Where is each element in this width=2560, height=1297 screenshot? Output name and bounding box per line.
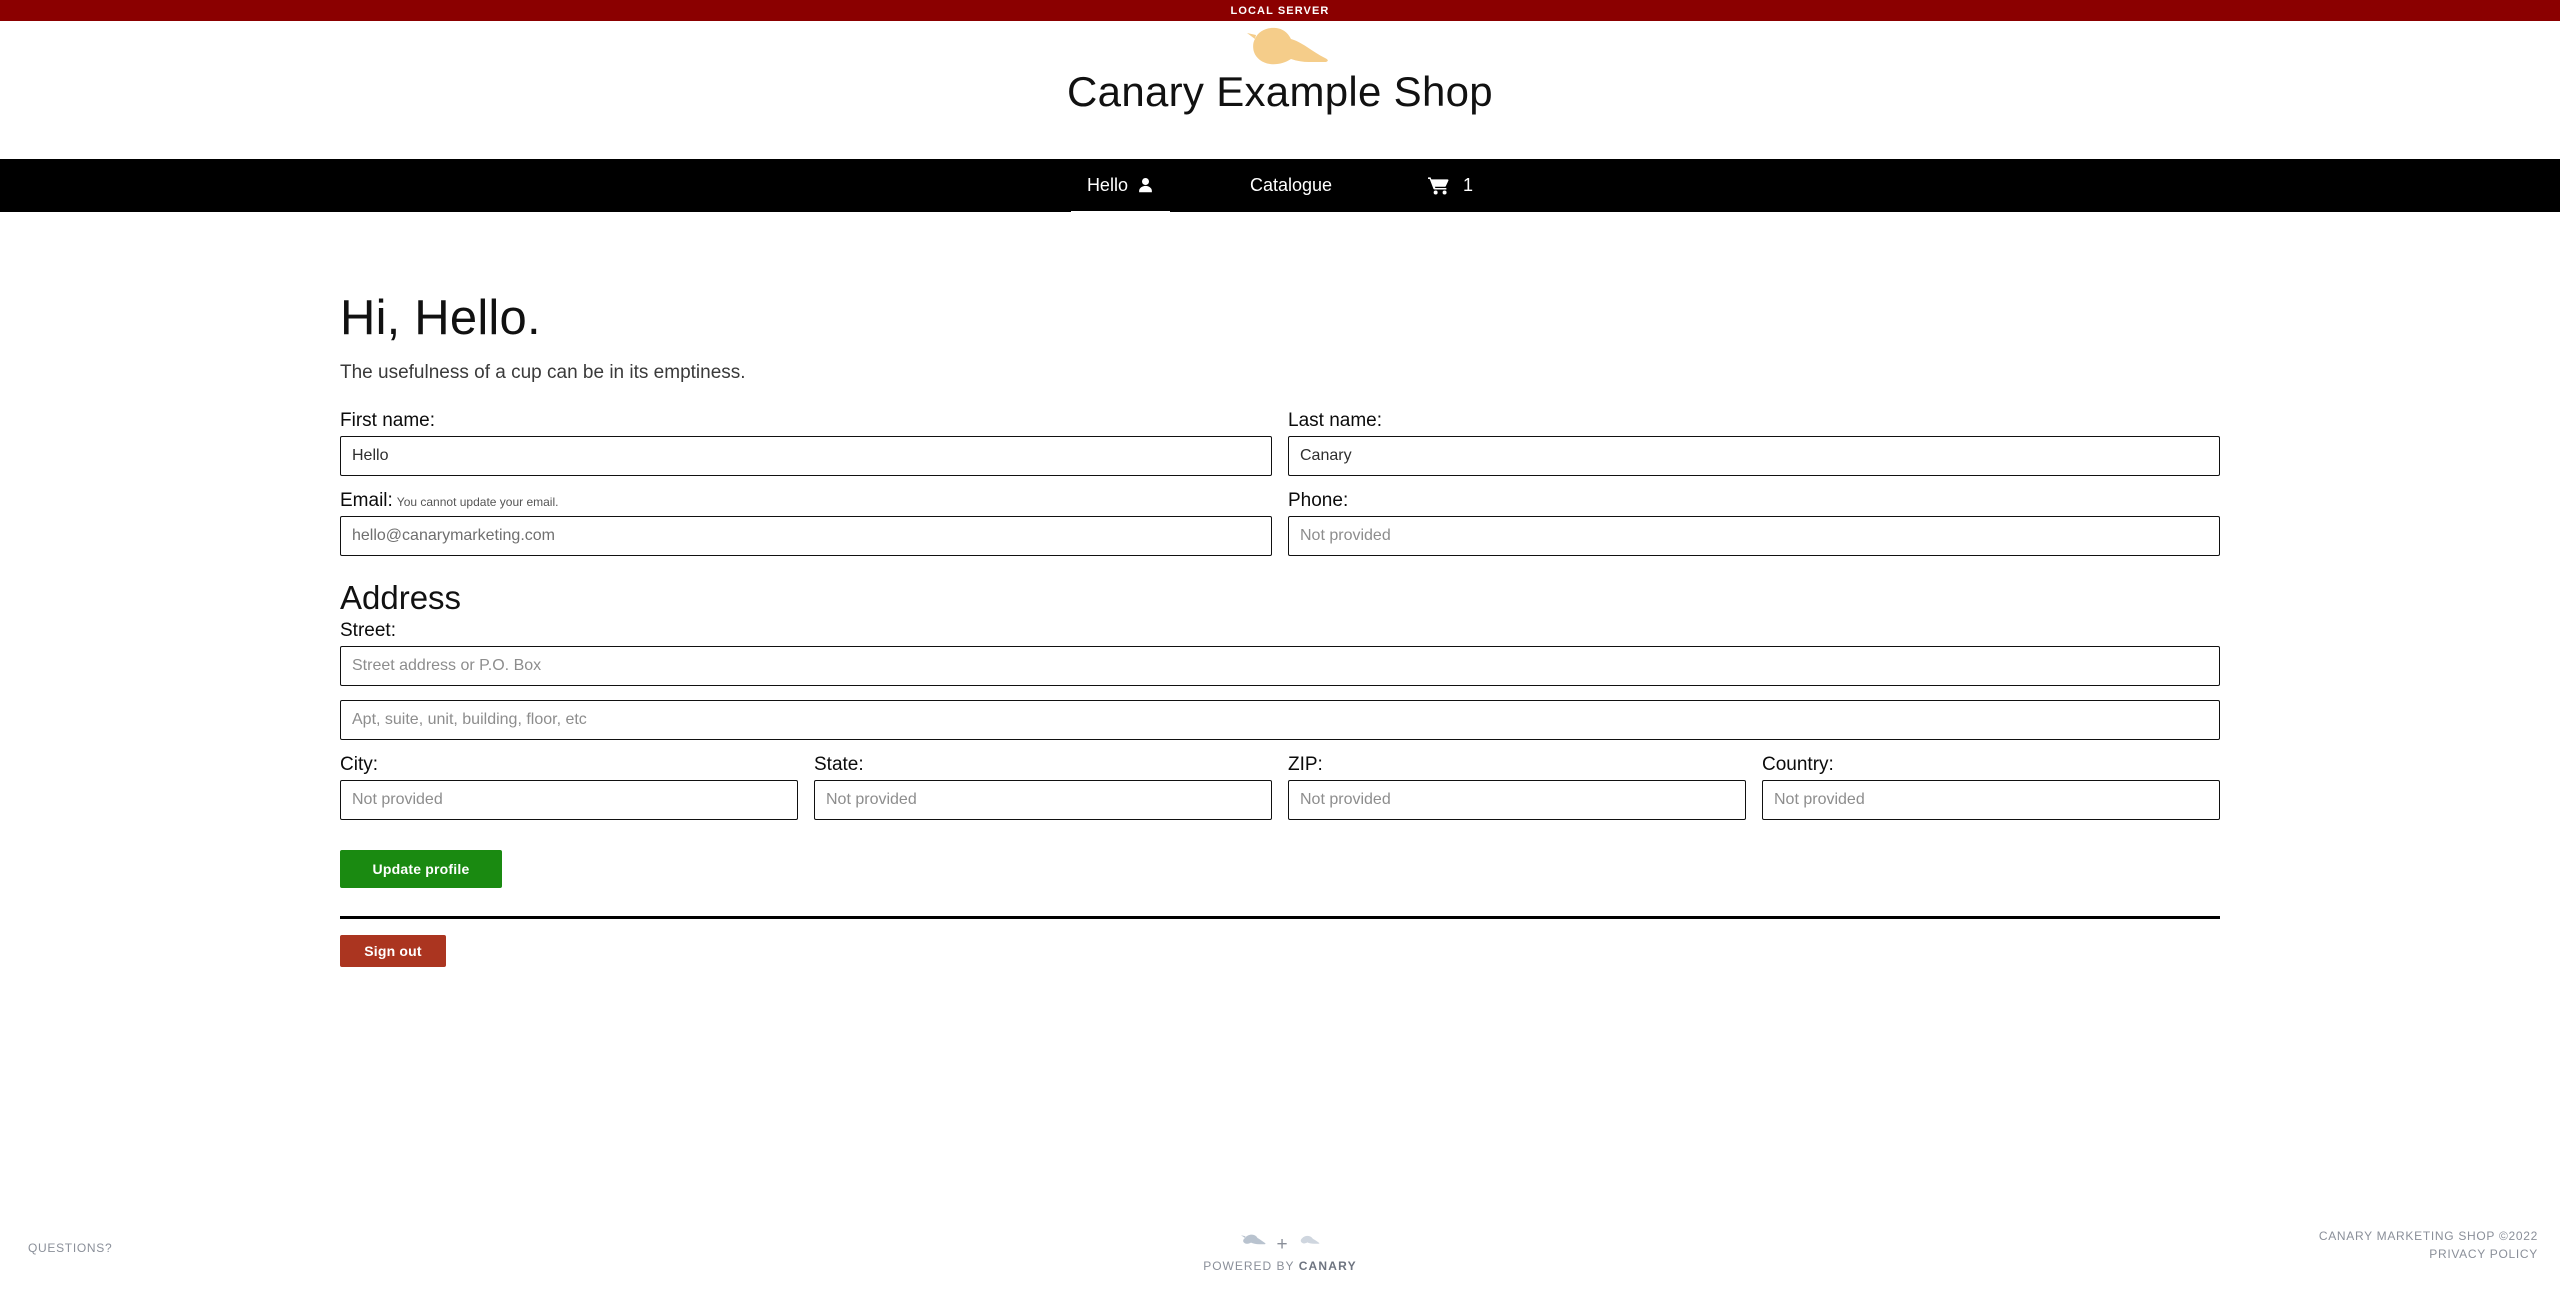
email-hint: You cannot update your email.: [396, 494, 559, 509]
footer-branding: + POWERED BY CANARY: [1130, 1233, 1430, 1274]
last-name-input[interactable]: [1288, 435, 2220, 476]
main-content: Hi, Hello. The usefulness of a cup can b…: [0, 212, 2560, 967]
phone-field-group: Phone:: [1288, 490, 2220, 556]
street-field-group: Street:: [340, 620, 2220, 686]
email-label: Email: You cannot update your email.: [340, 490, 1272, 512]
email-label-text: Email:: [340, 489, 393, 511]
state-input[interactable]: [814, 779, 1272, 820]
first-name-field-group: First name:: [340, 410, 1272, 476]
city-label: City:: [340, 753, 378, 775]
page-title: Hi, Hello.: [340, 291, 541, 345]
email-input: [340, 515, 1272, 556]
street-input[interactable]: [340, 645, 2220, 686]
footer-bird-left-icon: [1240, 1234, 1266, 1254]
footer-legal: CANARY MARKETING SHOP ©2022 PRIVACY POLI…: [2319, 1228, 2538, 1263]
name-row: First name: Last name:: [340, 410, 2220, 476]
page-subtitle: The usefulness of a cup can be in its em…: [340, 361, 746, 383]
local-server-banner: LOCAL SERVER: [0, 0, 2560, 21]
user-icon: [1137, 177, 1154, 194]
sign-out-block: Sign out: [320, 919, 2240, 967]
country-field-group: Country:: [1762, 754, 2220, 820]
street2-field-group: [340, 699, 2220, 740]
country-label: Country:: [1762, 753, 1834, 775]
phone-label: Phone:: [1288, 489, 1349, 511]
footer-copyright: CANARY MARKETING SHOP ©2022: [2318, 1229, 2538, 1244]
first-name-label: First name:: [340, 409, 436, 431]
zip-input[interactable]: [1288, 779, 1746, 820]
sign-out-button[interactable]: Sign out: [340, 934, 446, 967]
profile-form: First name: Last name: Email:You cannot …: [320, 410, 2240, 888]
footer-powered-prefix: POWERED BY: [1203, 1259, 1299, 1273]
footer-questions-link[interactable]: QUESTIONS?: [28, 1241, 112, 1255]
nav-item-catalogue[interactable]: Catalogue: [1222, 159, 1360, 212]
page-heading-block: Hi, Hello. The usefulness of a cup can b…: [320, 212, 2240, 384]
nav-item-catalogue-label: Catalogue: [1249, 175, 1333, 195]
city-state-zip-country-row: City: State: ZIP: Country:: [340, 754, 2220, 820]
street2-input[interactable]: [340, 699, 2220, 740]
city-field-group: City:: [340, 754, 798, 820]
footer-privacy-policy-link[interactable]: PRIVACY POLICY: [2319, 1246, 2538, 1263]
nav-item-hello-label: Hello: [1086, 175, 1128, 195]
shopping-cart-icon: [1428, 176, 1449, 195]
page-footer: QUESTIONS? + POWERED BY CANARY CANARY MA…: [0, 1187, 2560, 1297]
city-input[interactable]: [340, 779, 798, 820]
local-server-label: LOCAL SERVER: [1230, 4, 1330, 17]
street-label: Street:: [340, 619, 396, 641]
footer-powered-by: POWERED BY CANARY: [1130, 1259, 1430, 1273]
state-label: State:: [814, 753, 864, 775]
nav-item-cart[interactable]: 1: [1400, 159, 1501, 212]
first-name-input[interactable]: [340, 435, 1272, 476]
nav-spacer-2: [1360, 159, 1400, 212]
last-name-field-group: Last name:: [1288, 410, 2220, 476]
state-field-group: State:: [814, 754, 1272, 820]
nav-items: Hello Catalogue 1: [1059, 159, 1501, 220]
content-container: Hi, Hello. The usefulness of a cup can b…: [320, 212, 2240, 967]
nav-item-hello[interactable]: Hello: [1059, 159, 1182, 220]
street-row: Street:: [340, 620, 2220, 686]
main-navigation: Hello Catalogue 1: [0, 159, 2560, 220]
footer-bird-right-icon: [1298, 1235, 1320, 1253]
last-name-label: Last name:: [1288, 409, 1382, 431]
street2-row: [340, 699, 2220, 740]
cart-item-count: 1: [1463, 175, 1474, 195]
address-section-title: Address: [340, 578, 462, 616]
footer-plus-icon: +: [1276, 1233, 1288, 1255]
canary-bird-icon: [1225, 25, 1335, 67]
update-profile-button[interactable]: Update profile: [340, 849, 502, 888]
email-field-group: Email: You cannot update your email.: [340, 490, 1272, 556]
phone-input[interactable]: [1288, 515, 2220, 556]
zip-field-group: ZIP:: [1288, 754, 1746, 820]
footer-bird-icons: +: [1130, 1233, 1430, 1255]
brand-header: Canary Example Shop: [0, 21, 2560, 159]
nav-spacer: [1182, 159, 1222, 212]
footer-powered-brand: CANARY: [1298, 1259, 1357, 1273]
contact-row: Email:You cannot update your email. Phon…: [340, 490, 2220, 556]
country-input[interactable]: [1762, 779, 2220, 820]
page-brand-title: Canary Example Shop: [1067, 68, 1493, 115]
zip-label: ZIP:: [1288, 753, 1323, 775]
